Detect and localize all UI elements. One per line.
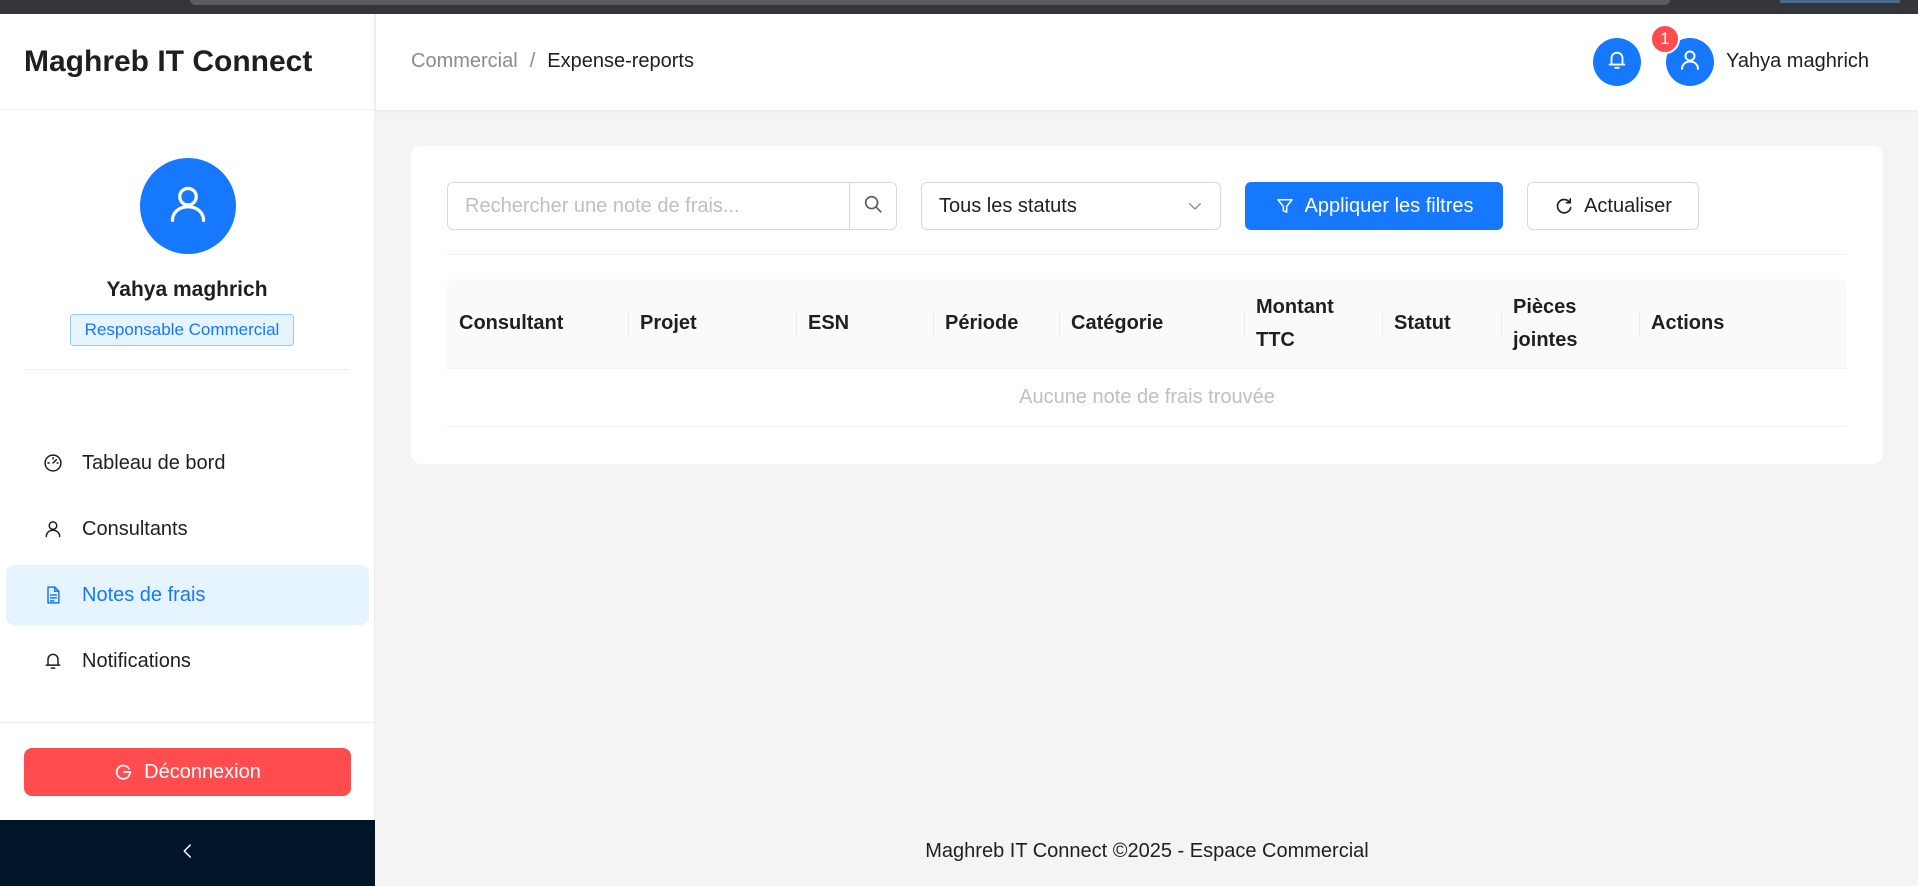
refresh-icon [1554,196,1574,216]
profile-divider [24,369,350,370]
column-header[interactable]: Consultant [447,279,628,368]
sidebar-item-dashboard[interactable]: Tableau de bord [6,433,369,493]
refresh-button[interactable]: Actualiser [1527,182,1699,230]
sidebar-item-label: Notifications [82,649,191,672]
status-filter-select[interactable]: Tous les statuts [921,182,1221,230]
sidebar-item-expense-reports[interactable]: Notes de frais [6,565,369,625]
column-header[interactable]: Période [933,279,1059,368]
breadcrumb-item-commercial[interactable]: Commercial [411,50,518,73]
sidebar-footer-divider [0,722,374,723]
chevron-left-icon [179,842,197,865]
file-text-icon [42,584,64,606]
column-header[interactable]: ESN [796,279,933,368]
dashboard-icon [42,452,64,474]
expense-reports-card: Tous les statuts Appliquer les filtres A… [411,146,1883,464]
refresh-label: Actualiser [1584,194,1672,217]
user-icon [166,182,210,231]
browser-tab-indicator [1780,0,1900,3]
notification-count-badge: 1 [1650,24,1680,54]
sidebar-item-label: Tableau de bord [82,451,226,474]
expense-reports-table: Consultant Projet ESN Période Catégorie … [447,279,1847,427]
browser-top-strip [0,0,1918,14]
column-header[interactable]: Projet [628,279,796,368]
search-button[interactable] [849,183,896,229]
page-footer: Maghreb IT Connect ©2025 - Espace Commer… [925,840,1369,862]
bell-icon [42,650,64,672]
logout-label: Déconnexion [144,760,261,783]
profile-name: Yahya maghrich [106,278,268,301]
sidebar-item-notifications[interactable]: Notifications [6,631,369,691]
user-icon [1678,48,1702,77]
notifications-button[interactable] [1593,38,1641,86]
sidebar-item-label: Notes de frais [82,583,206,606]
role-badge: Responsable Commercial [70,314,294,346]
status-filter-value: Tous les statuts [939,194,1077,217]
sidebar-item-label: Consultants [82,517,188,540]
filter-icon [1275,196,1295,216]
column-header[interactable]: Montant TTC [1244,279,1382,368]
chevron-down-icon [1186,197,1204,221]
browser-tab-bar [190,0,1670,5]
user-icon [42,518,64,540]
table-header: Consultant Projet ESN Période Catégorie … [447,279,1847,369]
search-box [447,182,897,230]
column-header[interactable]: Statut [1382,279,1501,368]
sidebar-item-consultants[interactable]: Consultants [6,499,369,559]
logout-button[interactable]: Déconnexion [24,748,351,796]
breadcrumb-divider: / [529,50,536,72]
filter-divider [447,254,1847,255]
column-header: Actions [1639,279,1847,368]
profile-avatar [140,158,236,254]
breadcrumb-item-current: Expense-reports [547,50,694,72]
search-icon [862,193,884,220]
search-input[interactable] [448,183,849,229]
sidebar-collapse-button[interactable] [0,820,375,886]
sidebar-menu: Tableau de bord Consultants Notes de fra… [6,433,369,697]
table-empty-state: Aucune note de frais trouvée [447,369,1847,427]
column-header[interactable]: Catégorie [1059,279,1244,368]
top-header: Commercial / Expense-reports 1 Yahya mag… [376,14,1918,110]
apply-filters-button[interactable]: Appliquer les filtres [1245,182,1503,230]
bell-icon [1606,49,1628,76]
sidebar: Maghreb IT Connect Yahya maghrich Respon… [0,14,375,886]
user-name[interactable]: Yahya maghrich [1726,50,1869,73]
column-header[interactable]: Pièces jointes [1501,279,1639,368]
apply-filters-label: Appliquer les filtres [1304,194,1474,217]
profile-card: Yahya maghrich Responsable Commercial [0,110,374,370]
breadcrumb: Commercial / Expense-reports [411,50,694,73]
app-brand: Maghreb IT Connect [0,14,374,110]
logout-icon [114,762,134,782]
